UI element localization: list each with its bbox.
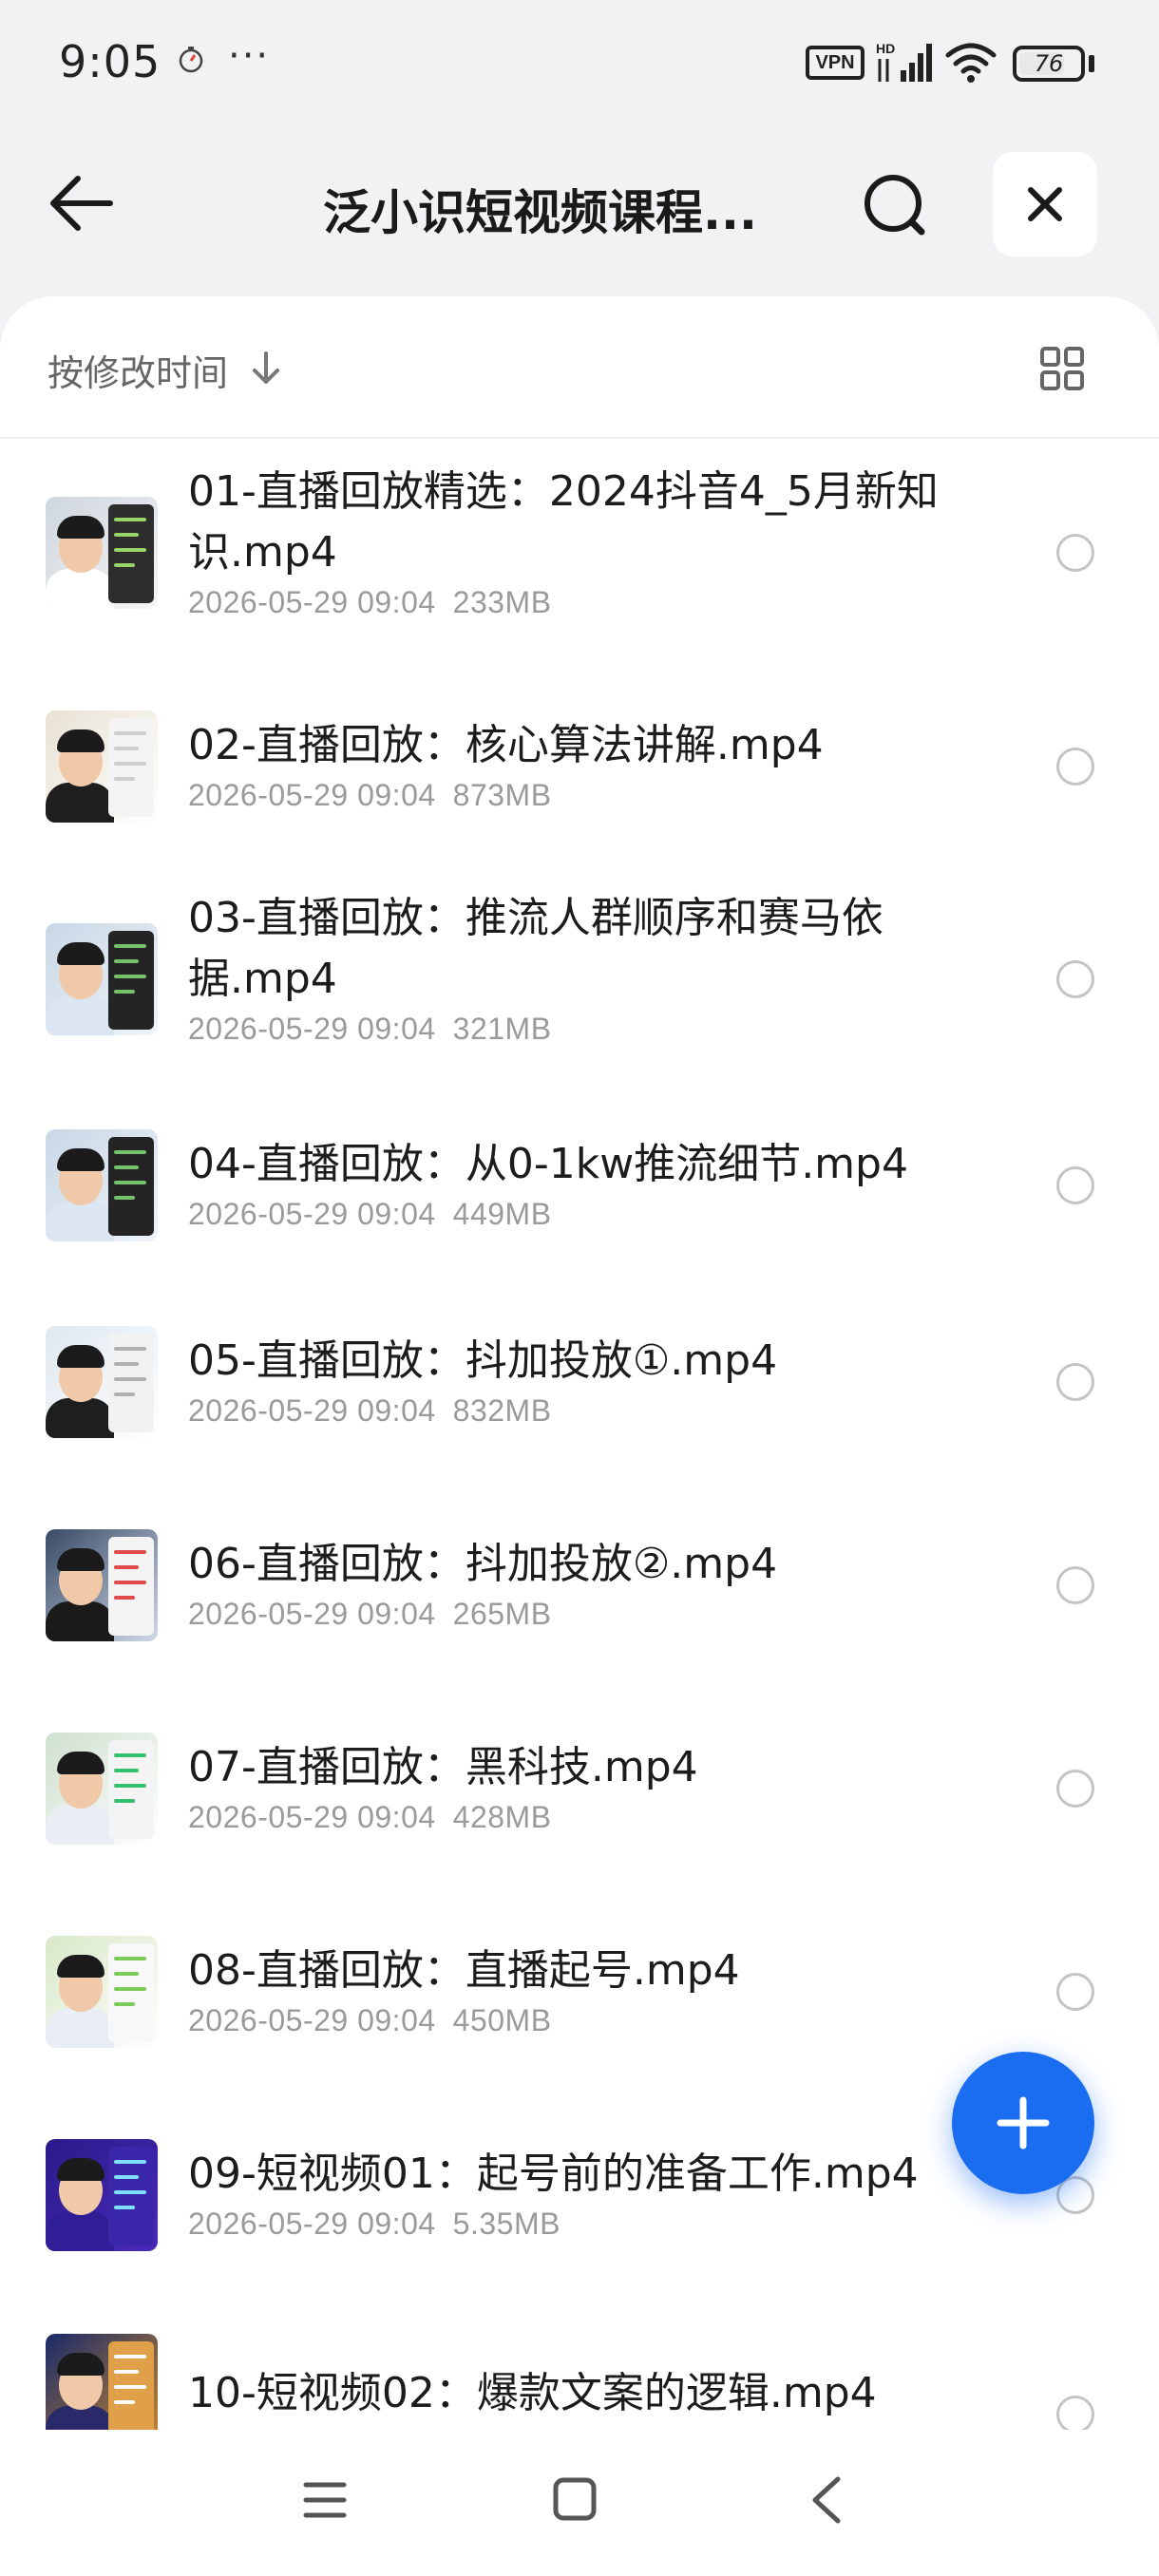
arrow-left-icon — [50, 176, 113, 231]
select-radio[interactable] — [1056, 960, 1094, 998]
status-bar: 9:05 ··· VPN HD 76 — [0, 0, 1159, 125]
video-thumbnail — [46, 2334, 158, 2430]
file-size: 5.35MB — [452, 2207, 560, 2241]
select-radio[interactable] — [1056, 2396, 1094, 2430]
select-radio[interactable] — [1056, 1770, 1094, 1808]
vpn-badge: VPN — [806, 46, 864, 80]
video-thumbnail — [46, 1733, 158, 1845]
select-radio[interactable] — [1056, 748, 1094, 786]
file-row[interactable]: 04-直播回放：从0-1kw推流细节.mp4 2026-05-29 09:04 44… — [0, 1090, 1159, 1280]
file-name: 08-直播回放：直播起号.mp4 — [188, 1946, 740, 1995]
add-button[interactable] — [952, 2052, 1094, 2194]
file-row[interactable]: 02-直播回放：核心算法讲解.mp4 2026-05-29 09:04 873MB — [0, 665, 1159, 868]
file-size: 450MB — [452, 2003, 552, 2037]
file-row[interactable]: 03-直播回放：推流人群顺序和赛马依据.mp4 2026-05-29 09:04 3… — [0, 868, 1159, 1090]
video-thumbnail — [46, 1529, 158, 1641]
stopwatch-icon — [179, 47, 203, 73]
plus-icon — [997, 2096, 1050, 2150]
status-time: 9:05 — [59, 36, 162, 87]
file-name: 04-直播回放：从0-1kw推流细节.mp4 — [188, 1140, 908, 1188]
file-modified-date: 2026-05-29 09:04 — [188, 2207, 436, 2241]
file-row[interactable]: 05-直播回放：抖加投放①.mp4 2026-05-29 09:04 832MB — [0, 1280, 1159, 1484]
file-name: 09-短视频01：起号前的准备工作.mp4 — [188, 2150, 919, 2198]
video-thumbnail — [46, 1326, 158, 1438]
back-chevron-icon[interactable] — [809, 2475, 844, 2525]
home-square-icon[interactable] — [553, 2477, 597, 2521]
file-meta: 2026-05-29 09:04 265MB — [188, 1597, 552, 1632]
video-thumbnail — [46, 923, 158, 1035]
file-modified-date: 2026-05-29 09:04 — [188, 2003, 436, 2037]
system-nav-bar — [0, 2430, 1159, 2576]
file-size: 321MB — [452, 1012, 552, 1046]
file-meta: 2026-05-29 09:04 832MB — [188, 1393, 552, 1429]
file-modified-date: 2026-05-29 09:04 — [188, 1393, 436, 1428]
search-button[interactable] — [853, 165, 939, 245]
file-name: 06-直播回放：抖加投放②.mp4 — [188, 1540, 778, 1588]
file-size: 428MB — [452, 1800, 552, 1834]
status-indicators: VPN HD 76 — [760, 0, 1159, 125]
file-modified-date: 2026-05-29 09:04 — [188, 778, 436, 812]
select-radio[interactable] — [1056, 1166, 1094, 1204]
svg-text:HD: HD — [876, 41, 895, 56]
back-button[interactable] — [38, 165, 124, 241]
file-row[interactable]: 07-直播回放：黑科技.mp4 2026-05-29 09:04 428MB — [0, 1687, 1159, 1890]
file-size: 265MB — [452, 1597, 552, 1631]
sort-by-modified-time[interactable]: 按修改时间 — [48, 344, 228, 396]
file-meta: 2026-05-29 09:04 449MB — [188, 1197, 552, 1232]
battery-level: 76 — [1034, 50, 1064, 77]
video-thumbnail — [46, 1129, 158, 1241]
arrow-down-icon[interactable] — [249, 350, 283, 388]
file-size: 832MB — [452, 1393, 552, 1428]
file-size: 233MB — [452, 585, 552, 619]
file-meta: 2026-05-29 09:04 233MB — [188, 585, 552, 620]
file-name: 02-直播回放：核心算法讲解.mp4 — [188, 721, 824, 769]
file-name: 10-短视频02：爆款文案的逻辑.mp4 — [188, 2369, 877, 2417]
file-browser-sheet: 按修改时间 01-直播回放精选：2024抖音4_5月新知识.mp4 2026-05… — [0, 296, 1159, 2576]
wifi-icon — [945, 43, 997, 83]
file-modified-date: 2026-05-29 09:04 — [188, 1597, 436, 1631]
search-icon — [864, 175, 925, 236]
select-radio[interactable] — [1056, 1566, 1094, 1604]
file-row[interactable]: 06-直播回放：抖加投放②.mp4 2026-05-29 09:04 265MB — [0, 1484, 1159, 1687]
file-name: 01-直播回放精选：2024抖音4_5月新知识.mp4 — [188, 467, 939, 577]
file-modified-date: 2026-05-29 09:04 — [188, 1800, 436, 1834]
file-meta: 2026-05-29 09:04 428MB — [188, 1800, 552, 1835]
select-radio[interactable] — [1056, 1973, 1094, 2011]
file-modified-date: 2026-05-29 09:04 — [188, 1012, 436, 1046]
menu-icon[interactable] — [302, 2479, 348, 2521]
close-button[interactable] — [993, 152, 1097, 256]
file-meta: 2026-05-29 09:04 5.35MB — [188, 2207, 560, 2242]
file-meta: 2026-05-29 09:04 321MB — [188, 1012, 552, 1047]
video-thumbnail — [46, 497, 158, 609]
file-modified-date: 2026-05-29 09:04 — [188, 585, 436, 619]
video-thumbnail — [46, 2139, 158, 2251]
sort-bar: 按修改时间 — [0, 296, 1159, 439]
select-radio[interactable] — [1056, 1363, 1094, 1401]
file-size: 873MB — [452, 778, 552, 812]
file-meta: 2026-05-29 09:04 450MB — [188, 2003, 552, 2038]
file-size: 449MB — [452, 1197, 552, 1231]
page-title: 泛小识短视频课程... — [323, 185, 757, 240]
video-thumbnail — [46, 710, 158, 823]
select-radio[interactable] — [1056, 534, 1094, 572]
close-icon — [1028, 187, 1062, 221]
file-modified-date: 2026-05-29 09:04 — [188, 1197, 436, 1231]
signal-icon: HD — [876, 41, 932, 82]
file-row[interactable]: 01-直播回放精选：2024抖音4_5月新知识.mp4 2026-05-29 09… — [0, 441, 1159, 665]
file-row[interactable]: 10-短视频02：爆款文案的逻辑.mp4 — [0, 2297, 1159, 2430]
grid-view-icon[interactable] — [1039, 346, 1085, 391]
battery-cap — [1089, 55, 1094, 72]
file-name: 05-直播回放：抖加投放①.mp4 — [188, 1336, 778, 1385]
app-header: 泛小识短视频课程... — [0, 133, 1159, 275]
file-name: 07-直播回放：黑科技.mp4 — [188, 1743, 698, 1791]
battery-icon: 76 — [1013, 46, 1085, 82]
status-more-icon: ··· — [228, 34, 271, 78]
file-meta: 2026-05-29 09:04 873MB — [188, 778, 552, 813]
file-name: 03-直播回放：推流人群顺序和赛马依据.mp4 — [188, 894, 884, 1003]
video-thumbnail — [46, 1936, 158, 2048]
